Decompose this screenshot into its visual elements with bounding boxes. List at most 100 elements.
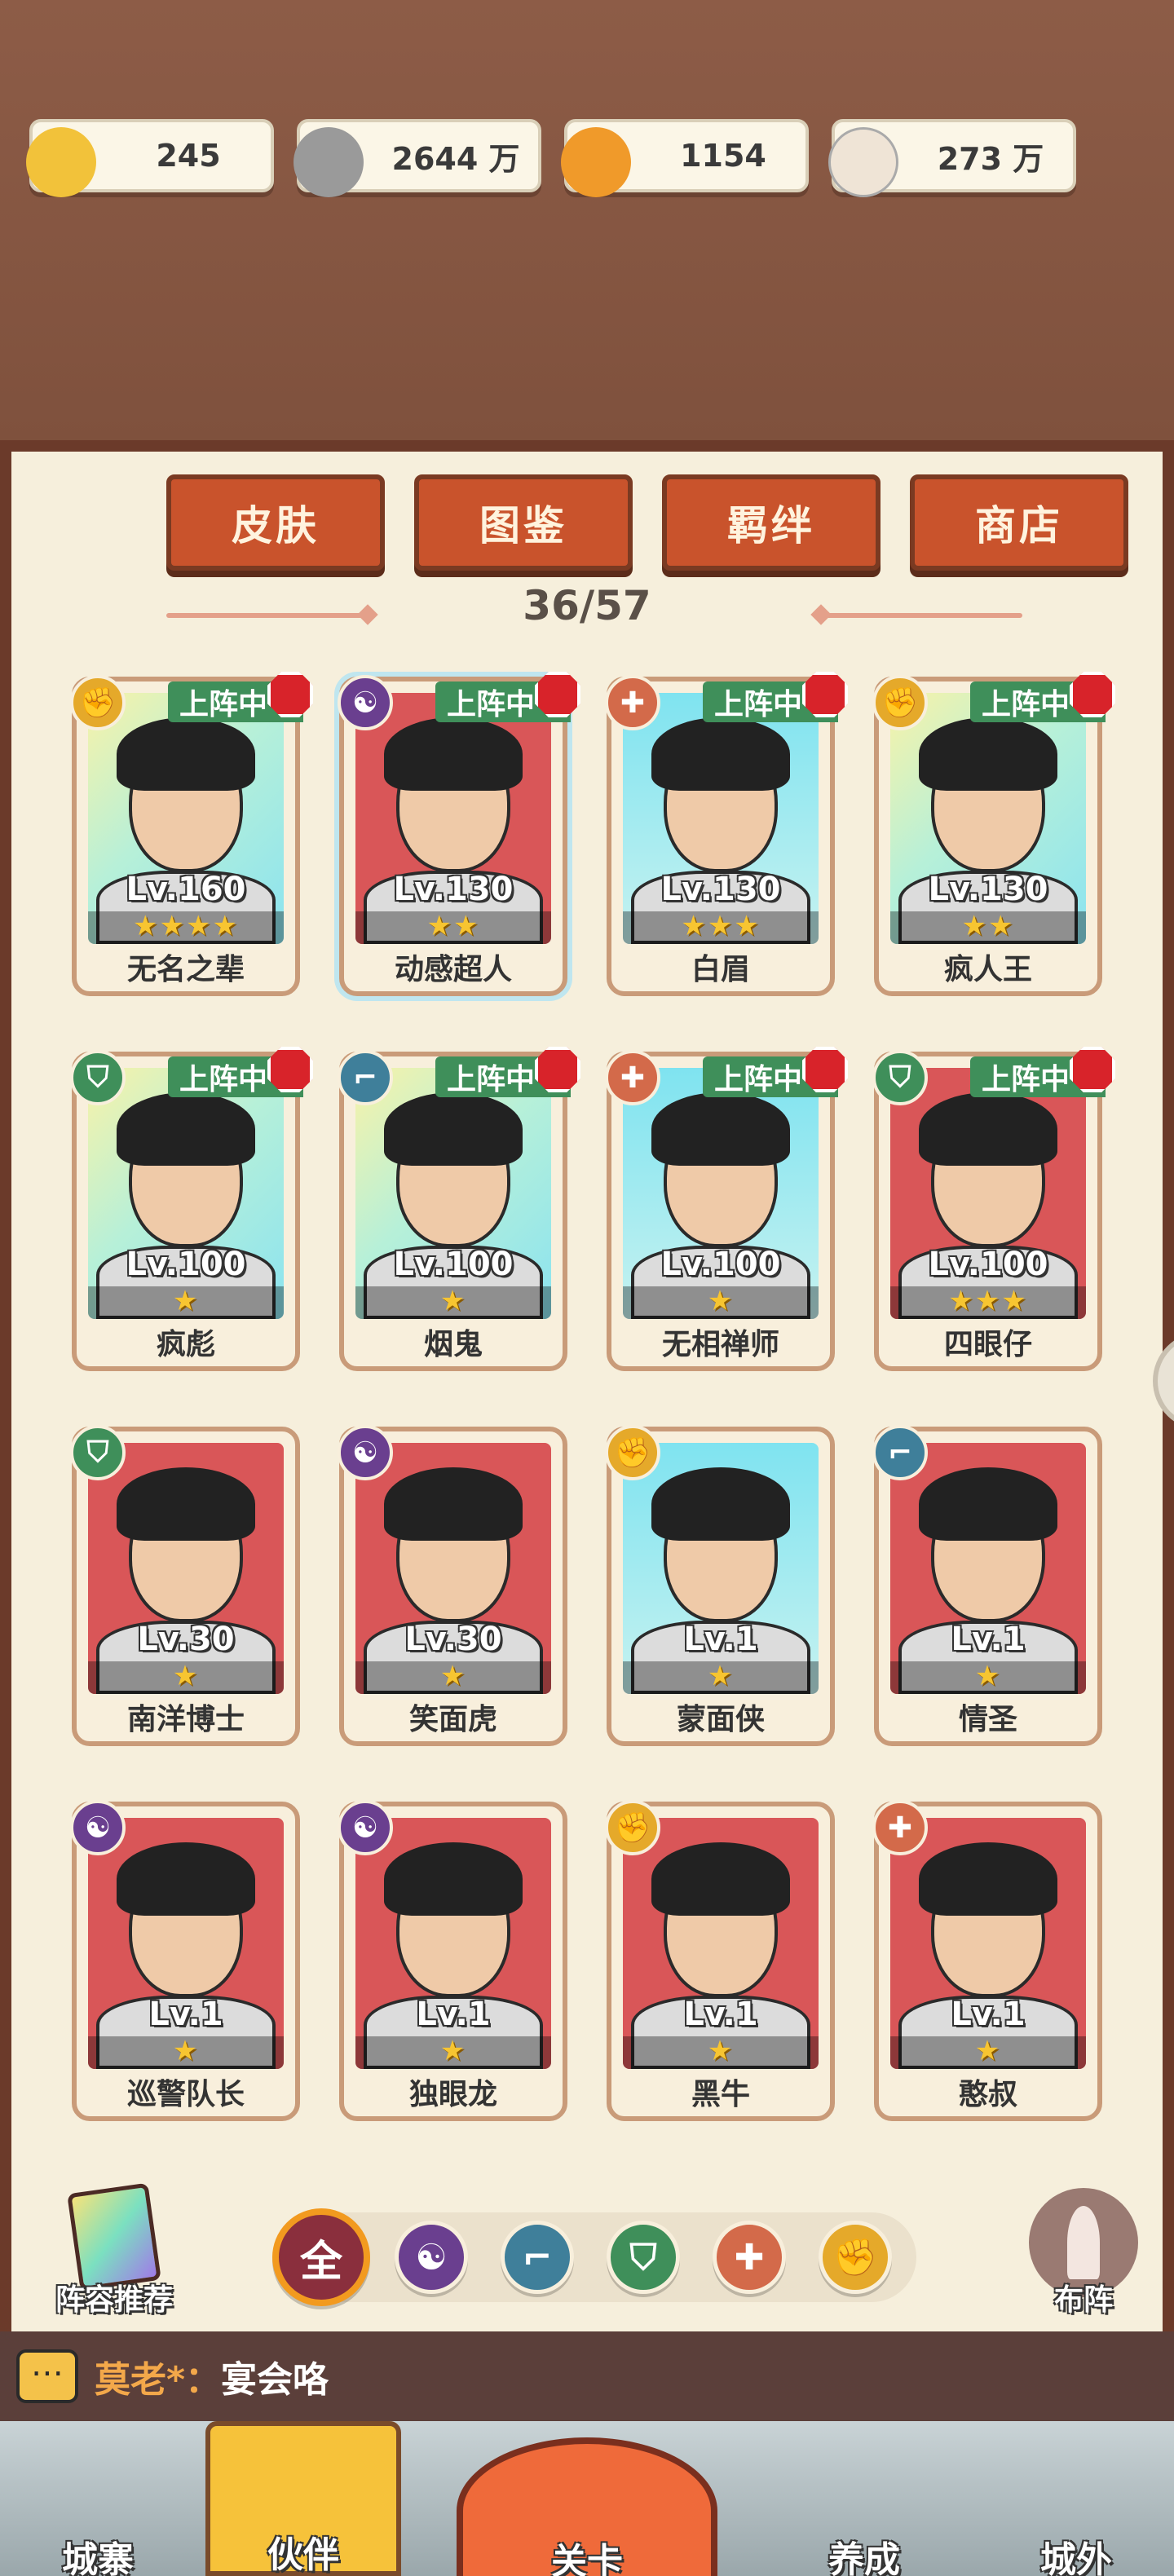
hero-card[interactable]: Lv.1 ★ 黑牛 ✊ xyxy=(605,1800,835,2121)
red-badge-icon xyxy=(802,1047,848,1092)
hero-stars: ★ xyxy=(707,1285,735,1317)
nav-train[interactable]: 养成 xyxy=(783,2421,946,2576)
hero-hair xyxy=(651,717,790,791)
hero-level: Lv.1 xyxy=(416,1996,491,2033)
hero-card[interactable]: Lv.1 ★ 憨叔 ✚ xyxy=(872,1800,1102,2121)
nav-outside[interactable]: 城外 xyxy=(995,2421,1158,2576)
red-badge-icon xyxy=(802,672,848,717)
chat-bar[interactable]: 莫老*： 宴会咯 xyxy=(0,2331,1174,2421)
filter-yinyang-button[interactable]: ☯ xyxy=(395,2221,468,2294)
tab-bonds[interactable]: 羁绊 xyxy=(662,474,880,571)
hero-card[interactable]: Lv.100 ★ 烟鬼 ⌐ 上阵中 xyxy=(338,1047,580,1371)
tab-codex[interactable]: 图鉴 xyxy=(414,474,633,571)
hero-level: Lv.1 xyxy=(148,1996,223,2033)
filter-cross-button[interactable]: ✚ xyxy=(713,2221,786,2294)
filter-shield-button[interactable]: ⛉ xyxy=(607,2221,680,2294)
cross-class-icon: ✚ xyxy=(605,675,660,730)
resource-chicken-value: 1154 xyxy=(680,138,766,174)
hero-level: Lv.1 xyxy=(683,1621,758,1658)
hero-level: Lv.100 xyxy=(660,1246,781,1283)
hero-name: 无相禅师 xyxy=(661,1328,779,1361)
hero-card[interactable]: Lv.100 ★ 无相禅师 ✚ 上阵中 xyxy=(605,1047,848,1371)
hero-name: 独眼龙 xyxy=(408,2078,497,2111)
formation-button[interactable]: 布阵 xyxy=(1022,2188,1145,2327)
hero-stars: ★ xyxy=(974,1660,1002,1692)
cards-icon xyxy=(67,2182,161,2291)
resource-chicken[interactable]: 1154 xyxy=(561,119,809,197)
hero-stars: ★★ xyxy=(426,910,480,942)
resource-gold[interactable]: 245 xyxy=(26,119,274,197)
hero-hair xyxy=(651,1842,790,1916)
hero-card[interactable]: Lv.30 ★ 笑面虎 ☯ xyxy=(338,1425,567,1746)
tab-skins[interactable]: 皮肤 xyxy=(166,474,385,571)
hero-stars: ★★★ xyxy=(948,1285,1028,1317)
hero-name: 情圣 xyxy=(958,1703,1017,1736)
hero-card[interactable]: Lv.130 ★★★ 白眉 ✚ 上阵中 xyxy=(605,672,848,996)
yinyang-class-icon: ☯ xyxy=(70,1800,126,1855)
shield-class-icon: ⛉ xyxy=(70,1050,126,1105)
hero-card[interactable]: Lv.1 ★ 独眼龙 ☯ xyxy=(338,1800,567,2121)
hero-card[interactable]: Lv.130 ★★ 动感超人 ☯ 上阵中 xyxy=(338,672,580,996)
collection-count: 36/57 xyxy=(523,582,651,629)
filter-gun-button[interactable]: ⌐ xyxy=(501,2221,574,2294)
hero-name: 动感超人 xyxy=(394,953,512,986)
hero-level: Lv.100 xyxy=(928,1246,1048,1283)
hero-card[interactable]: Lv.100 ★★★ 四眼仔 ⛉ 上阵中 xyxy=(872,1047,1115,1371)
nav-city[interactable]: 城寨 xyxy=(16,2421,179,2576)
red-badge-icon xyxy=(535,1047,580,1092)
side-scroll-handle[interactable] xyxy=(1153,1332,1174,1430)
hero-hair xyxy=(384,1842,523,1916)
hero-name: 南洋博士 xyxy=(126,1703,245,1736)
red-badge-icon xyxy=(535,672,580,717)
hero-card[interactable]: Lv.160 ★★★★ 无名之辈 ✊ 上阵中 xyxy=(70,672,313,996)
lineup-recommend-button[interactable]: 阵容推荐 xyxy=(41,2182,188,2327)
nav-partners[interactable]: 伙伴 xyxy=(205,2421,401,2576)
collection-counter-row: 36/57 xyxy=(11,582,1163,647)
hero-stars: ★ xyxy=(172,2035,200,2067)
filter-bar: 阵容推荐 全 ☯ ⌐ ⛉ ✚ ✊ 布阵 xyxy=(11,2180,1163,2343)
nav-partners-label: 伙伴 xyxy=(267,2534,339,2576)
hero-level: Lv.30 xyxy=(404,1621,502,1658)
tab-shop[interactable]: 商店 xyxy=(910,474,1128,571)
hero-hair xyxy=(919,1092,1057,1166)
red-badge-icon xyxy=(1070,1047,1115,1092)
red-badge-icon xyxy=(267,1047,313,1092)
hero-level: Lv.1 xyxy=(951,1996,1026,2033)
hero-stars: ★ xyxy=(172,1285,200,1317)
fist-class-icon: ✊ xyxy=(605,1425,660,1480)
chat-bubble-icon xyxy=(16,2349,78,2403)
hero-stars: ★ xyxy=(172,1660,200,1692)
hero-card[interactable]: Lv.1 ★ 蒙面侠 ✊ xyxy=(605,1425,835,1746)
filter-fist-button[interactable]: ✊ xyxy=(819,2221,892,2294)
hero-hair xyxy=(117,1467,255,1541)
hero-hair xyxy=(384,1092,523,1166)
partners-panel: 皮肤 图鉴 羁绊 商店 36/57 Lv.160 ★★★★ 无名之辈 ✊ 上阵中 Lv.1… xyxy=(0,440,1174,2340)
resource-exp[interactable]: 273 万 xyxy=(828,119,1076,197)
hero-card[interactable]: Lv.30 ★ 南洋博士 ⛉ xyxy=(70,1425,300,1746)
nav-train-label: 养成 xyxy=(828,2539,900,2576)
hero-hair xyxy=(919,717,1057,791)
fist-class-icon: ✊ xyxy=(872,675,928,730)
chat-username: 莫老*： xyxy=(95,2359,222,2401)
cross-class-icon: ✚ xyxy=(605,1050,660,1105)
hero-hair xyxy=(651,1092,790,1166)
hero-level: Lv.1 xyxy=(683,1996,758,2033)
hero-card[interactable]: Lv.100 ★ 疯彪 ⛉ 上阵中 xyxy=(70,1047,313,1371)
hero-card[interactable]: Lv.130 ★★ 疯人王 ✊ 上阵中 xyxy=(872,672,1115,996)
hero-stars: ★ xyxy=(439,2035,467,2067)
hero-stars: ★ xyxy=(439,1285,467,1317)
filter-all-button[interactable]: 全 xyxy=(272,2208,370,2306)
lineup-recommend-label: 阵容推荐 xyxy=(55,2283,173,2317)
hero-name: 无名之辈 xyxy=(126,953,245,986)
nav-stage[interactable]: 关卡 xyxy=(457,2437,717,2576)
hero-card[interactable]: Lv.1 ★ 巡警队长 ☯ xyxy=(70,1800,300,2121)
pawn-icon xyxy=(1067,2206,1100,2279)
hero-hair xyxy=(919,1842,1057,1916)
hero-card[interactable]: Lv.1 ★ 情圣 ⌐ xyxy=(872,1425,1102,1746)
hero-name: 烟鬼 xyxy=(423,1328,483,1361)
exp-dumpling-icon xyxy=(828,127,898,197)
hero-name: 黑牛 xyxy=(691,2078,750,2111)
resource-silver[interactable]: 2644 万 xyxy=(294,119,541,197)
hero-stars: ★★ xyxy=(961,910,1015,942)
hero-name: 憨叔 xyxy=(958,2078,1017,2111)
